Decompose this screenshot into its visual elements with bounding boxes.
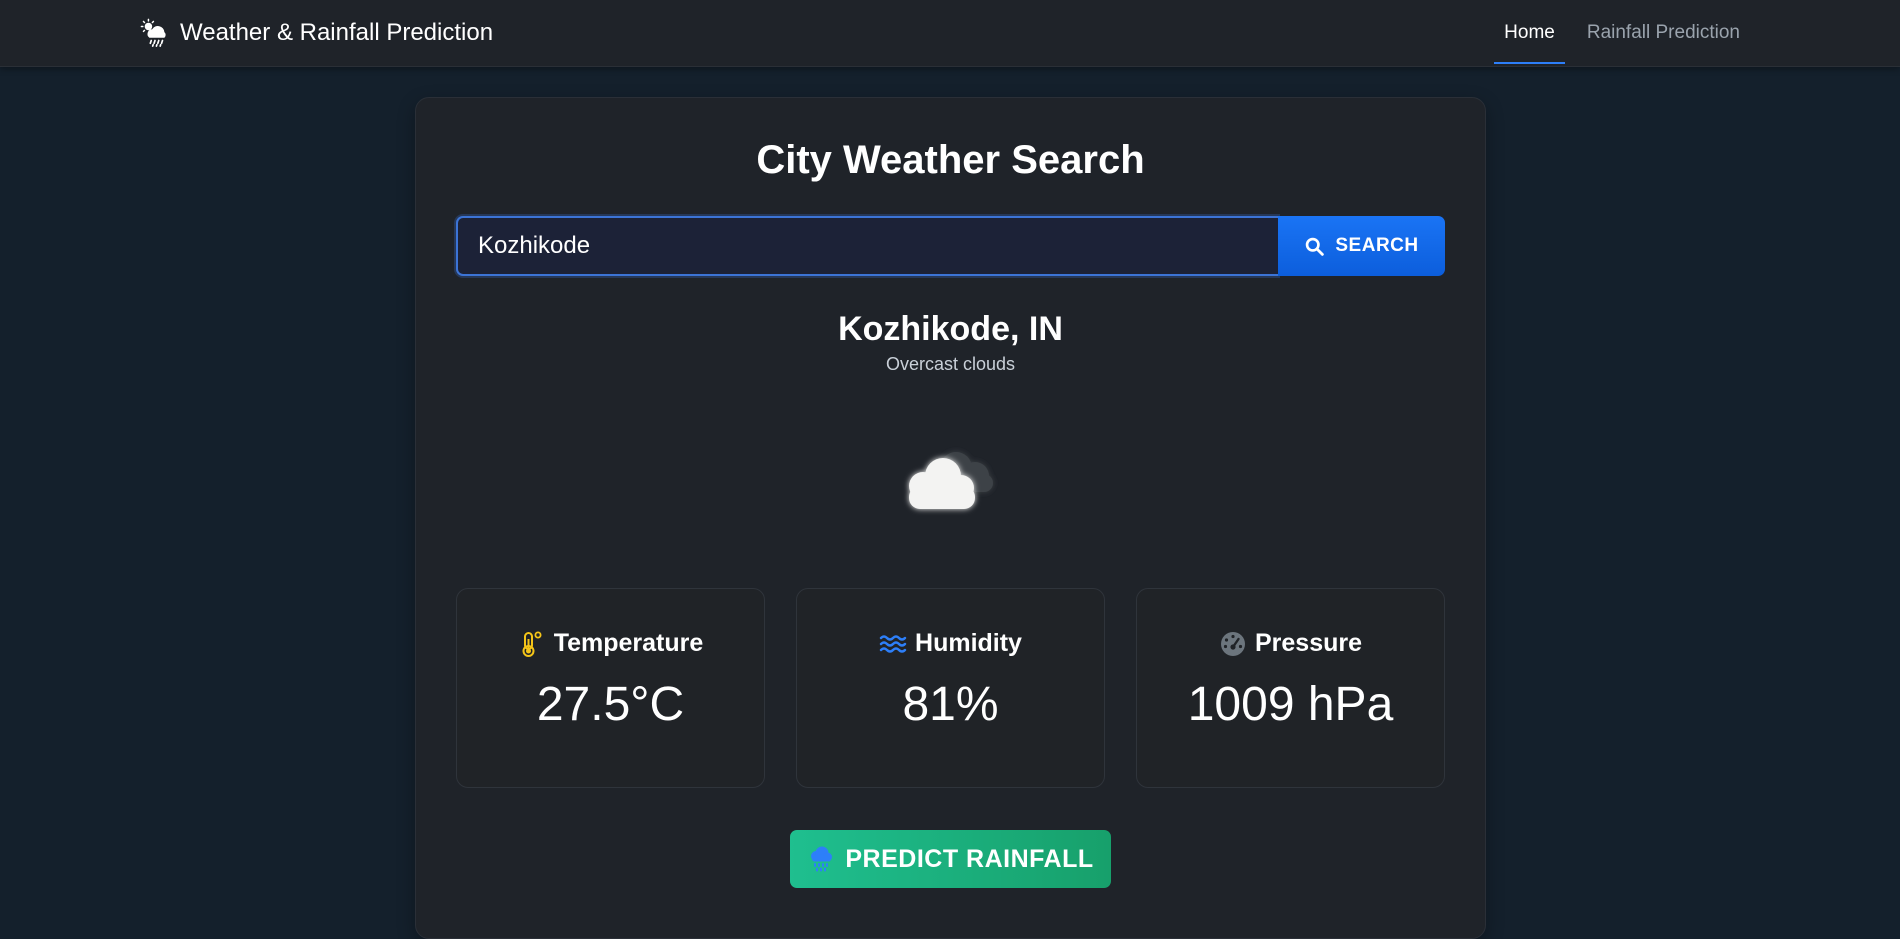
- weather-card: City Weather Search SEARCH Kozhikode, IN…: [415, 97, 1486, 939]
- humidity-value: 81%: [797, 677, 1104, 732]
- search-button[interactable]: SEARCH: [1278, 216, 1445, 276]
- weather-description: Overcast clouds: [416, 354, 1485, 375]
- pressure-value: 1009 hPa: [1137, 677, 1444, 732]
- water-waves-icon: [879, 630, 907, 658]
- page-title: City Weather Search: [416, 138, 1485, 183]
- brand[interactable]: Weather & Rainfall Prediction: [140, 16, 493, 50]
- search-icon: [1304, 236, 1325, 257]
- cloud-rain-icon: [807, 845, 835, 873]
- temperature-label: Temperature: [554, 629, 704, 658]
- predict-rainfall-label: PREDICT RAINFALL: [845, 845, 1093, 874]
- city-search-input[interactable]: [456, 216, 1278, 276]
- top-navbar: Weather & Rainfall Prediction Home Rainf…: [0, 0, 1900, 67]
- pressure-card: Pressure 1009 hPa: [1136, 588, 1445, 788]
- search-button-label: SEARCH: [1335, 235, 1418, 257]
- thermometer-icon: [518, 630, 546, 658]
- temperature-card: Temperature 27.5°C: [456, 588, 765, 788]
- predict-rainfall-button[interactable]: PREDICT RAINFALL: [790, 830, 1111, 888]
- temperature-value: 27.5°C: [457, 677, 764, 732]
- brand-title: Weather & Rainfall Prediction: [180, 19, 493, 47]
- overcast-clouds-icon: [893, 436, 1008, 516]
- nav-link-rainfall-prediction[interactable]: Rainfall Prediction: [1577, 2, 1750, 64]
- city-name: Kozhikode, IN: [416, 310, 1485, 349]
- pressure-label: Pressure: [1255, 629, 1362, 658]
- search-bar: SEARCH: [456, 216, 1445, 276]
- nav-link-home[interactable]: Home: [1494, 2, 1565, 64]
- humidity-card: Humidity 81%: [796, 588, 1105, 788]
- cloud-sun-rain-icon: [140, 18, 170, 48]
- nav-links: Home Rainfall Prediction: [1494, 0, 1750, 66]
- gauge-icon: [1219, 630, 1247, 658]
- humidity-label: Humidity: [915, 629, 1022, 658]
